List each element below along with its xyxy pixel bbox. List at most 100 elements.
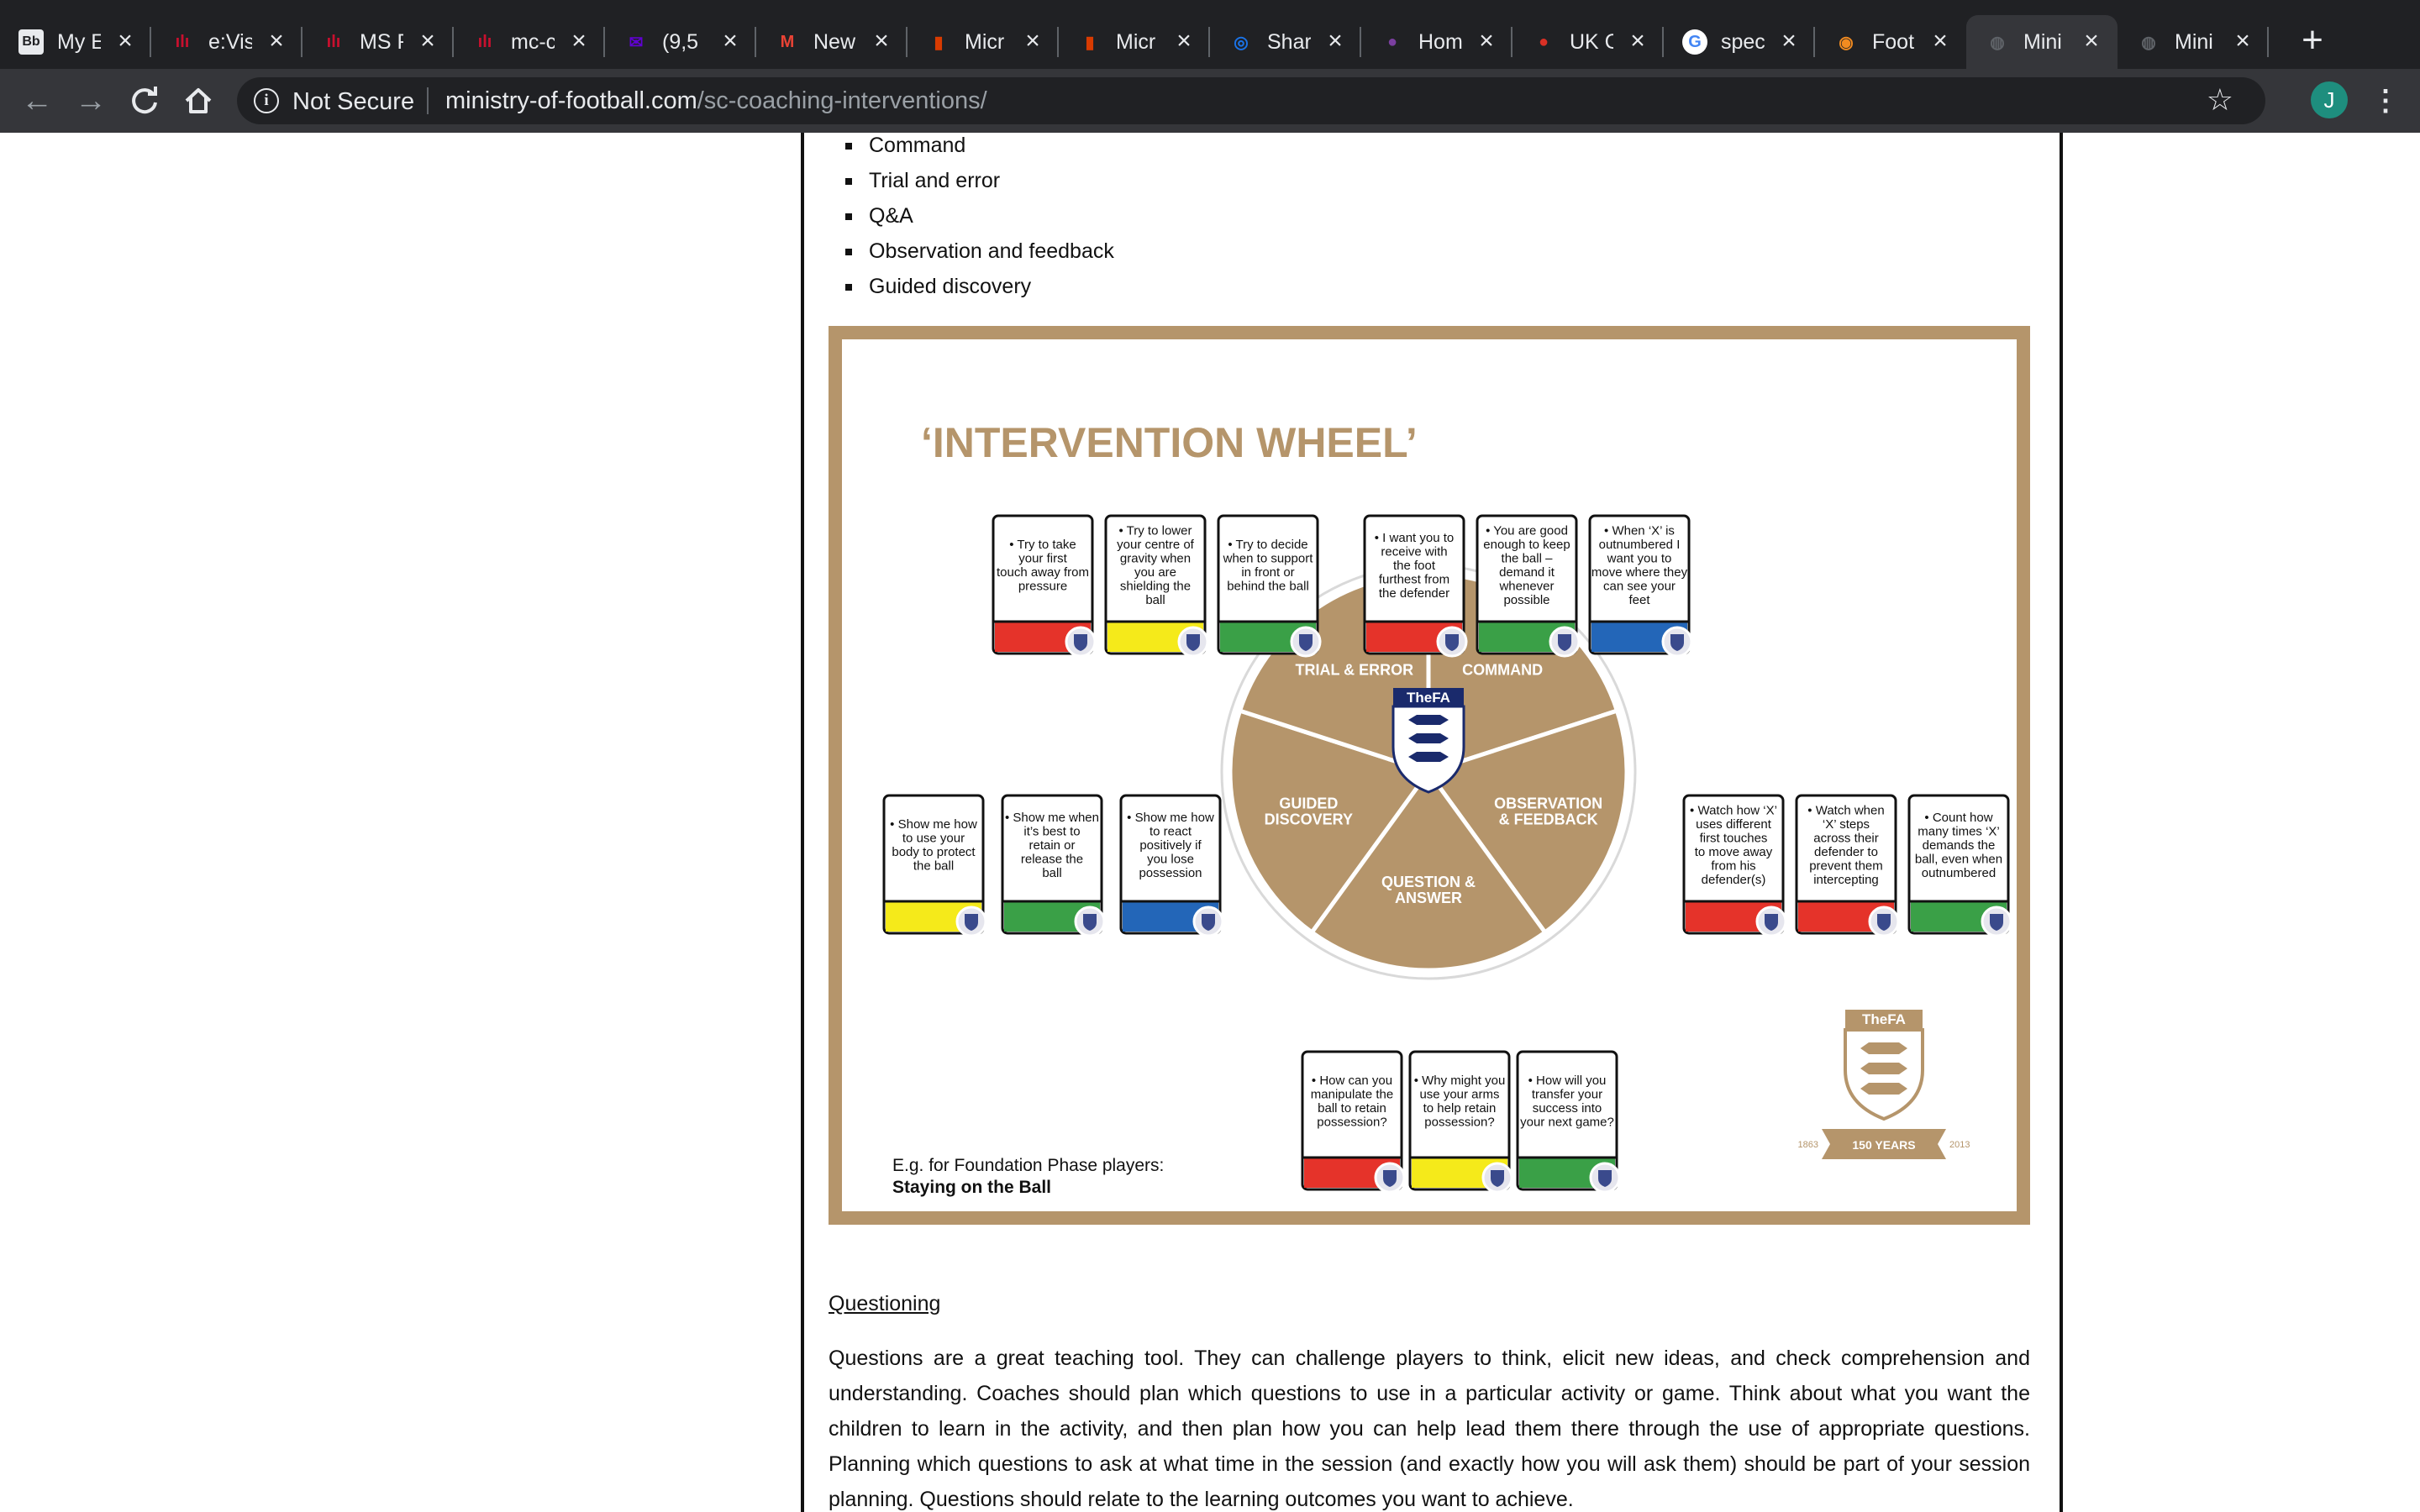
tab-separator bbox=[2267, 27, 2269, 57]
intervention-card: • How will you transfer your success into y… bbox=[1516, 1050, 1621, 1194]
intervention-wheel-image: ‘INTERVENTION WHEEL’ TRIAL & ERROR COMMAN… bbox=[829, 326, 2030, 1225]
tab-title: Shar bbox=[1267, 29, 1311, 54]
close-tab-icon[interactable]: × bbox=[718, 29, 743, 54]
bookmark-star-icon[interactable]: ☆ bbox=[2207, 82, 2233, 118]
url-text[interactable]: ministry-of-football.com/sc-coaching-int… bbox=[445, 87, 987, 115]
divider bbox=[427, 87, 429, 114]
browser-tab[interactable]: ● Hom × bbox=[1361, 15, 1512, 69]
card-text: • Watch when ‘X’ steps across their defende… bbox=[1807, 804, 1884, 888]
list-item: Q&A bbox=[840, 203, 1114, 239]
tab-title: mc-c bbox=[511, 29, 555, 54]
wheel-title: ‘INTERVENTION WHEEL’ bbox=[921, 419, 1418, 466]
badge-text: TheFA bbox=[1407, 690, 1450, 706]
browser-tab[interactable]: ● UK C × bbox=[1512, 15, 1664, 69]
browser-tab[interactable]: ılı e:Vis × bbox=[151, 15, 302, 69]
profile-avatar[interactable]: J bbox=[2311, 81, 2348, 118]
close-tab-icon[interactable]: × bbox=[264, 29, 289, 54]
footer-caption-bold: Staying on the Ball bbox=[892, 1178, 1051, 1197]
evision-icon: ılı bbox=[326, 32, 341, 51]
close-tab-icon[interactable]: × bbox=[415, 29, 440, 54]
browser-tab[interactable]: ◍ Mini × bbox=[1966, 15, 2118, 69]
browser-tab[interactable]: ılı mc-c × bbox=[454, 15, 605, 69]
close-tab-icon[interactable]: × bbox=[1474, 29, 1499, 54]
list-item: Observation and feedback bbox=[840, 239, 1114, 274]
tab-strip: Bb My E × ılı e:Vis × ılı MS F × ılı mc-c × ✉ (9,5 × MN… bbox=[0, 0, 2420, 69]
card-group-command: • I want you to receive with the foot furth… bbox=[1363, 514, 1693, 658]
browser-tab[interactable]: ▮ Micr × bbox=[908, 15, 1059, 69]
fa-logo-text: TheFA bbox=[1862, 1011, 1906, 1027]
close-tab-icon[interactable]: × bbox=[1928, 29, 1953, 54]
intervention-card: • When ‘X’ is outnumbered Iwant you to mov… bbox=[1588, 514, 1693, 658]
browser-tab[interactable]: ılı MS F × bbox=[302, 15, 454, 69]
intervention-wheel-diagram: ‘INTERVENTION WHEEL’ TRIAL & ERROR COMMAN… bbox=[842, 339, 2017, 1211]
new-tab-button[interactable]: + bbox=[2294, 22, 2331, 59]
close-tab-icon[interactable]: × bbox=[2079, 29, 2104, 54]
wheel-segment-label: COMMAND bbox=[1462, 662, 1543, 679]
sharepoint-icon: ◎ bbox=[1234, 33, 1249, 52]
close-tab-icon[interactable]: × bbox=[1171, 29, 1197, 54]
tab-title: Foot bbox=[1872, 29, 1915, 54]
questioning-paragraph: Questions are a great teaching tool. The… bbox=[829, 1347, 2030, 1511]
intervention-card: • Try to take your first touch away from pr… bbox=[992, 514, 1097, 658]
list-item: Command bbox=[840, 133, 1114, 168]
intervention-card: • Watch how ‘X’ uses different first touch… bbox=[1682, 794, 1787, 937]
info-icon[interactable]: i bbox=[254, 88, 279, 113]
tab-title: UK C bbox=[1570, 29, 1613, 54]
reload-button[interactable] bbox=[124, 81, 165, 121]
browser-tab[interactable]: ◍ Mini × bbox=[2118, 15, 2269, 69]
page-viewport[interactable]: Command Trial and error Q&A Observation … bbox=[0, 133, 2420, 1512]
close-tab-icon[interactable]: × bbox=[1625, 29, 1650, 54]
browser-tab[interactable]: ✉ (9,5 × bbox=[605, 15, 756, 69]
reload-icon bbox=[132, 87, 157, 114]
close-tab-icon[interactable]: × bbox=[869, 29, 894, 54]
card-group-observation-feedback: • Watch how ‘X’ uses different first touch… bbox=[1682, 794, 2012, 937]
office-icon: ▮ bbox=[1085, 33, 1095, 52]
browser-tab[interactable]: M New × bbox=[756, 15, 908, 69]
close-tab-icon[interactable]: × bbox=[1776, 29, 1802, 54]
browser-tab[interactable]: ◎ Shar × bbox=[1210, 15, 1361, 69]
yahoo-mail-icon: ✉ bbox=[629, 33, 644, 52]
fa-logo-years: 150 YEARS bbox=[1852, 1138, 1915, 1152]
evision-icon: ılı bbox=[477, 32, 492, 51]
google-icon: G bbox=[1682, 29, 1707, 55]
browser-tab[interactable]: Gspec × bbox=[1664, 15, 1815, 69]
card-group-trial-error: • Try to take your first touch away from pr… bbox=[992, 514, 1322, 658]
wheel-segment-label: TRIAL & ERROR bbox=[1295, 662, 1413, 679]
fa-logo-year-end: 2013 bbox=[1949, 1140, 1970, 1150]
card-text: • Why might you use your arms to help reta… bbox=[1414, 1074, 1506, 1130]
home-site-icon: ● bbox=[1386, 32, 1398, 51]
browser-tab[interactable]: ▮ Micr × bbox=[1059, 15, 1210, 69]
home-icon bbox=[185, 88, 212, 113]
card-text: • How will you transfer your success into y… bbox=[1520, 1074, 1614, 1130]
wheel-segment-label: QUESTION & ANSWER bbox=[1381, 874, 1476, 906]
close-tab-icon[interactable]: × bbox=[1323, 29, 1348, 54]
intervention-card: • Try to lower your centre of gravity when… bbox=[1104, 514, 1209, 658]
fa-logo-year-start: 1863 bbox=[1798, 1140, 1818, 1150]
intervention-card: • Watch when ‘X’ steps across their defende… bbox=[1795, 794, 1900, 937]
home-button[interactable] bbox=[178, 81, 218, 121]
close-tab-icon[interactable]: × bbox=[1020, 29, 1045, 54]
tab-title: Micr bbox=[1116, 29, 1156, 54]
globe-icon: ◍ bbox=[1990, 33, 2005, 52]
address-bar[interactable]: i Not Secure ministry-of-football.com/sc… bbox=[237, 77, 2265, 124]
tab-title: MS F bbox=[360, 29, 403, 54]
security-label: Not Secure bbox=[292, 88, 415, 115]
close-tab-icon[interactable]: × bbox=[2230, 29, 2255, 54]
browser-tab[interactable]: ◉ Foot × bbox=[1815, 15, 1966, 69]
tab-title: (9,5 bbox=[662, 29, 699, 54]
intervention-card: • Show me how to react positively if you lo… bbox=[1119, 794, 1224, 937]
intervention-card: • Try to decide when to support in front o… bbox=[1217, 514, 1322, 658]
intervention-card: • I want you to receive with the foot furth… bbox=[1363, 514, 1468, 658]
intervention-methods-list: Command Trial and error Q&A Observation … bbox=[840, 133, 1114, 309]
browser-toolbar: ← → i Not Secure ministry-of-football.co… bbox=[0, 69, 2420, 134]
card-group-guided-discovery: • Show me how to use your body to protect t… bbox=[882, 794, 1224, 937]
browser-menu-icon[interactable]: ⋮ bbox=[2371, 81, 2400, 121]
close-tab-icon[interactable]: × bbox=[113, 29, 138, 54]
browser-tab[interactable]: Bb My E × bbox=[0, 15, 151, 69]
forward-button[interactable]: → bbox=[71, 81, 111, 121]
close-tab-icon[interactable]: × bbox=[566, 29, 592, 54]
list-item: Guided discovery bbox=[840, 274, 1114, 309]
back-button[interactable]: ← bbox=[17, 81, 57, 121]
list-item: Trial and error bbox=[840, 168, 1114, 203]
tab-title: e:Vis bbox=[208, 29, 252, 54]
